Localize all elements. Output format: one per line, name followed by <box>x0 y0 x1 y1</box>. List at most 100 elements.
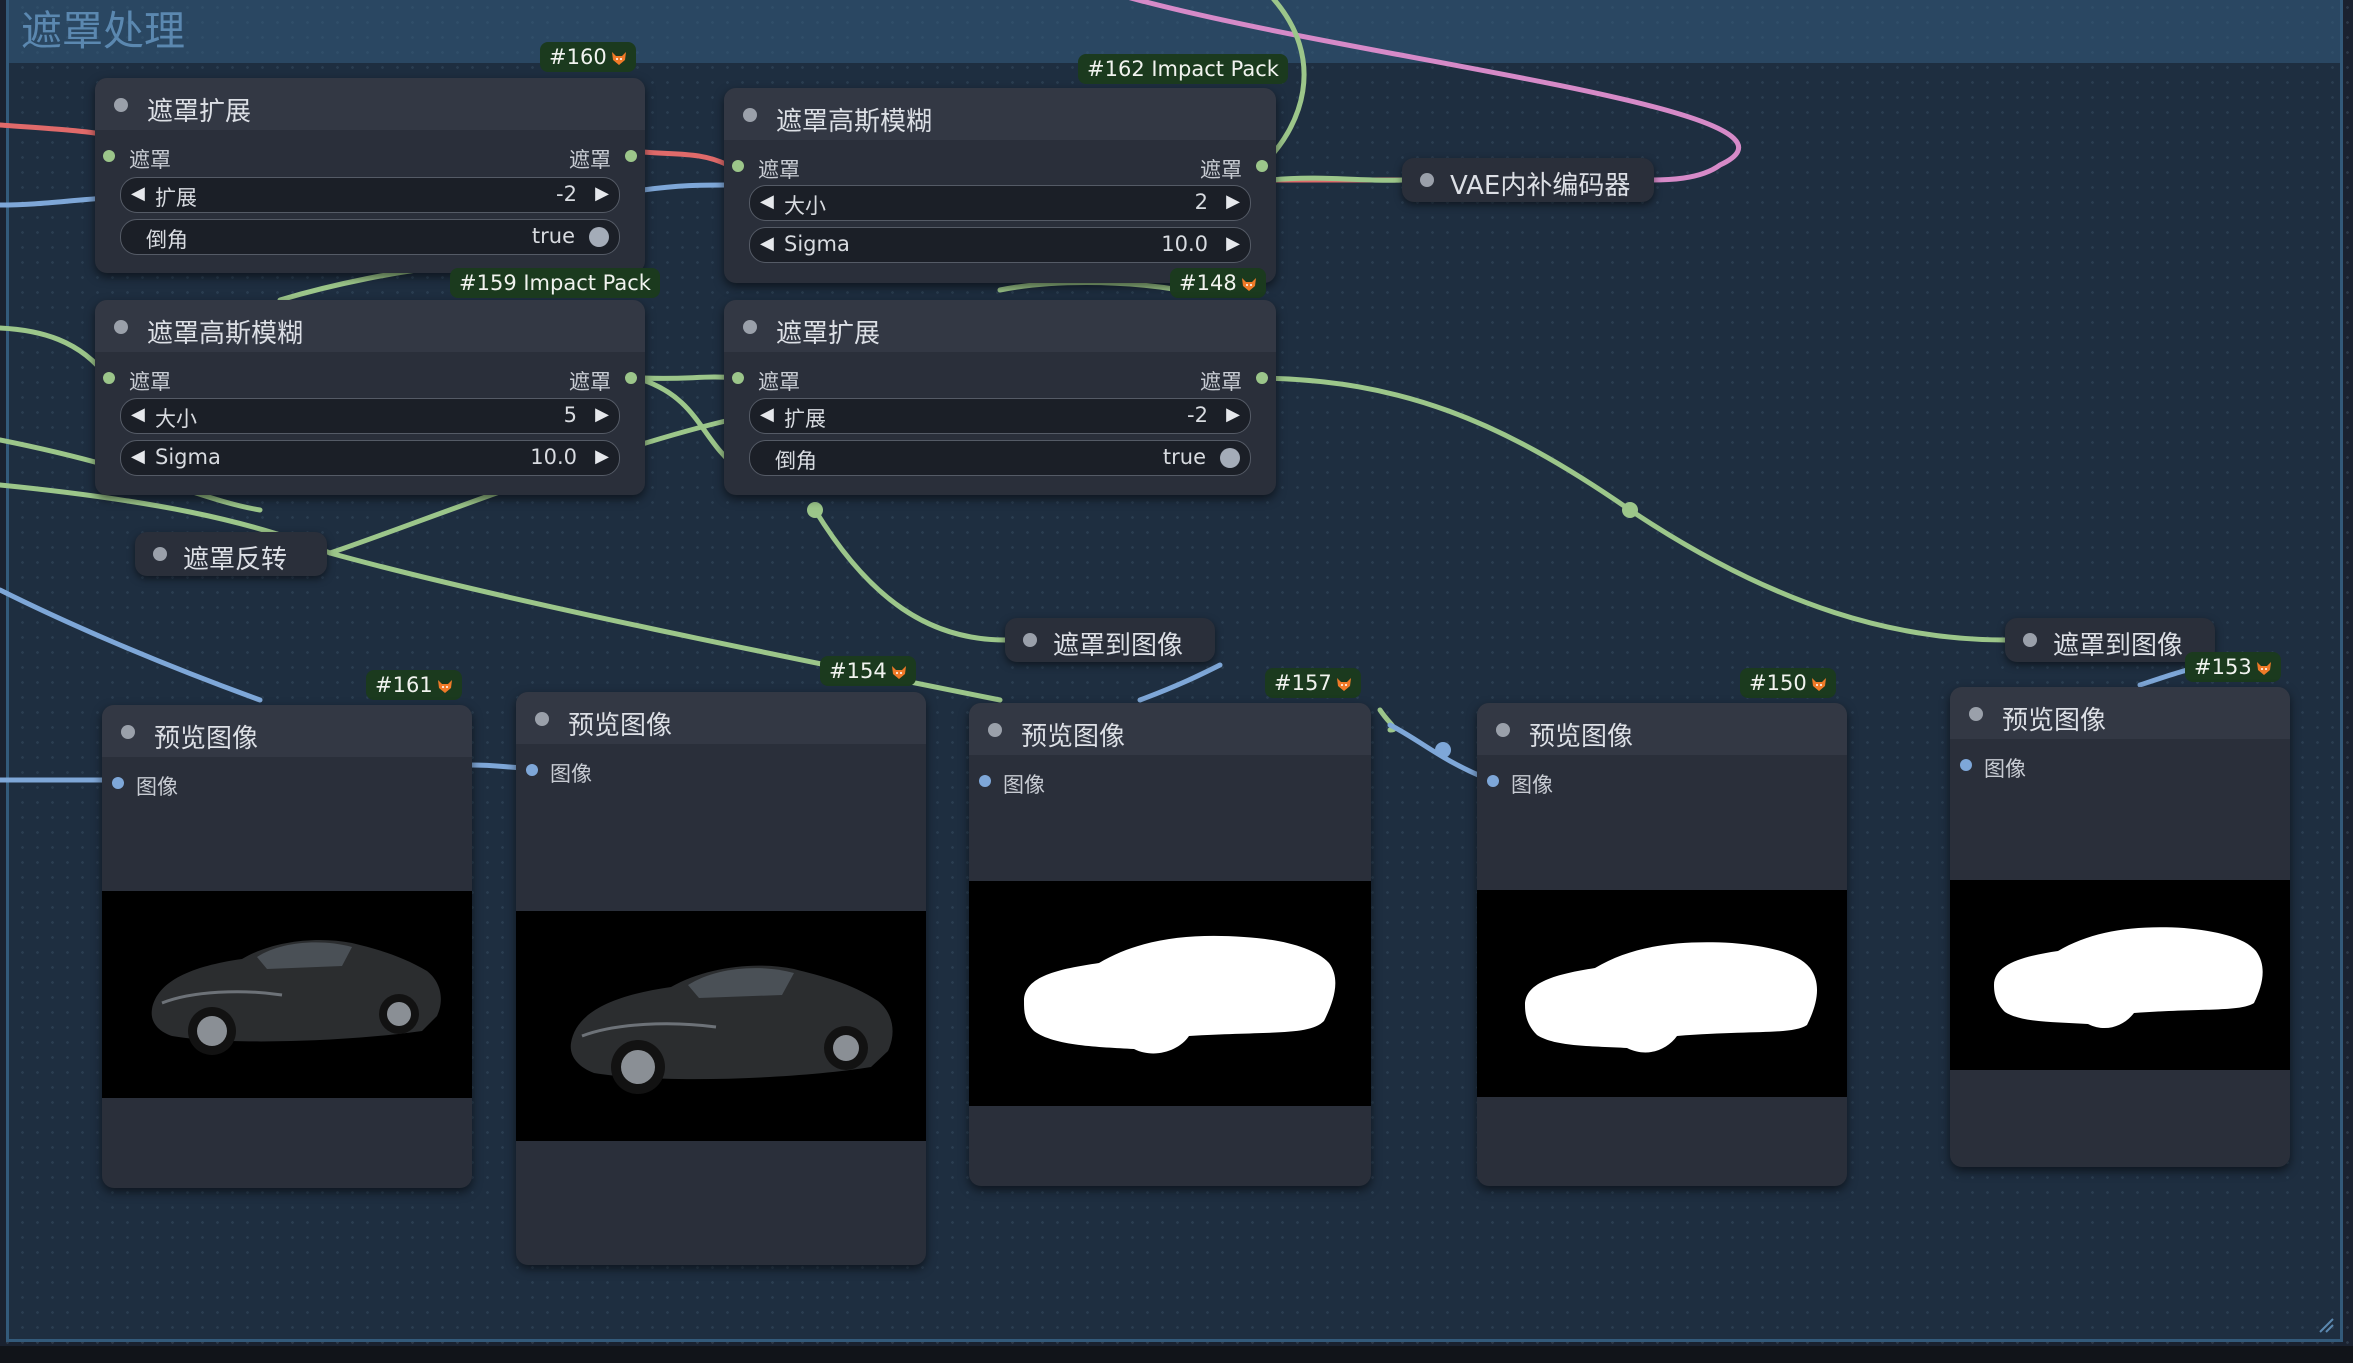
increment-arrow-icon[interactable]: ▶ <box>1226 404 1240 425</box>
decrement-arrow-icon[interactable]: ◀ <box>131 183 145 204</box>
decrement-arrow-icon[interactable]: ◀ <box>760 191 774 212</box>
decrement-arrow-icon[interactable]: ◀ <box>131 446 145 467</box>
output-port-icon[interactable] <box>625 150 637 162</box>
collapse-dot-icon[interactable] <box>1496 723 1510 737</box>
node-id-badge: #160 <box>540 42 636 72</box>
collapse-dot-icon[interactable] <box>1969 707 1983 721</box>
input-port-icon[interactable] <box>732 372 744 384</box>
collapse-dot-icon[interactable] <box>114 98 128 112</box>
blur-size-stepper[interactable]: ◀ 大小 2 ▶ <box>749 185 1251 221</box>
widget-value: 5 <box>563 403 577 427</box>
collapse-dot-icon[interactable] <box>1023 633 1037 647</box>
mask-grow-node-160[interactable]: 遮罩扩展 遮罩 遮罩 ◀ 扩展 -2 ▶ 倒角 true <box>95 78 645 273</box>
preview-image-mask[interactable] <box>969 881 1371 1106</box>
node-header[interactable]: 遮罩高斯模糊 <box>95 300 645 352</box>
input-port-icon[interactable] <box>1960 759 1972 771</box>
preview-image-mask[interactable] <box>1950 880 2290 1070</box>
badge-text: #148 <box>1179 271 1237 295</box>
increment-arrow-icon[interactable]: ▶ <box>595 404 609 425</box>
badge-text: #161 <box>375 673 433 697</box>
node-graph-canvas[interactable]: 遮罩处理 遮罩扩展 遮罩 遮罩 ◀ 扩展 -2 ▶ 倒角 true #160 遮… <box>0 0 2353 1363</box>
badge-text: #157 <box>1274 671 1332 695</box>
collapse-dot-icon[interactable] <box>988 723 1002 737</box>
node-id-badge: #159 Impact Pack <box>450 268 660 298</box>
grow-amount-stepper[interactable]: ◀ 扩展 -2 ▶ <box>120 177 620 213</box>
preview-image-node-157[interactable]: 预览图像 图像 <box>969 703 1371 1186</box>
preview-image-node-161[interactable]: 预览图像 图像 <box>102 705 472 1188</box>
collapse-dot-icon[interactable] <box>114 320 128 334</box>
mask-to-image-node-a[interactable]: 遮罩到图像 <box>1005 618 1215 662</box>
mask-gaussian-blur-node-162[interactable]: 遮罩高斯模糊 遮罩 遮罩 ◀ 大小 2 ▶ ◀ Sigma 10.0 ▶ <box>724 88 1276 283</box>
mask-gaussian-blur-node-159[interactable]: 遮罩高斯模糊 遮罩 遮罩 ◀ 大小 5 ▶ ◀ Sigma 10.0 ▶ <box>95 300 645 495</box>
slot-row: 图像 <box>102 767 472 799</box>
grow-amount-stepper[interactable]: ◀ 扩展 -2 ▶ <box>749 398 1251 434</box>
decrement-arrow-icon[interactable]: ◀ <box>131 404 145 425</box>
node-header[interactable]: 预览图像 <box>1950 687 2290 739</box>
mask-to-image-node-b[interactable]: 遮罩到图像 <box>2005 618 2215 662</box>
node-header[interactable]: 预览图像 <box>1477 703 1847 755</box>
decrement-arrow-icon[interactable]: ◀ <box>760 404 774 425</box>
wire-red-2 <box>640 149 731 168</box>
sigma-stepper[interactable]: ◀ Sigma 10.0 ▶ <box>120 440 620 476</box>
input-port-icon[interactable] <box>112 777 124 789</box>
input-port-icon[interactable] <box>526 764 538 776</box>
reroute-dot-2[interactable] <box>1622 502 1638 518</box>
tapered-corners-toggle[interactable]: 倒角 true <box>120 219 620 255</box>
increment-arrow-icon[interactable]: ▶ <box>1226 233 1240 254</box>
badge-text: #162 Impact Pack <box>1087 57 1279 81</box>
decrement-arrow-icon[interactable]: ◀ <box>760 233 774 254</box>
node-header[interactable]: 预览图像 <box>102 705 472 757</box>
car-mask-icon <box>1525 942 1818 1053</box>
reroute-dot-1[interactable] <box>807 502 823 518</box>
preview-image-node-150[interactable]: 预览图像 图像 <box>1477 703 1847 1186</box>
collapse-dot-icon[interactable] <box>1420 173 1434 187</box>
sigma-stepper[interactable]: ◀ Sigma 10.0 ▶ <box>749 227 1251 263</box>
node-header[interactable]: 遮罩扩展 <box>724 300 1276 352</box>
vae-inpaint-encoder-node[interactable]: VAE内补编码器 <box>1402 158 1654 202</box>
preview-image-mask[interactable] <box>1477 890 1847 1097</box>
node-header[interactable]: 预览图像 <box>969 703 1371 755</box>
node-header[interactable]: 遮罩扩展 <box>95 78 645 130</box>
collapse-dot-icon[interactable] <box>743 108 757 122</box>
toggle-knob-icon[interactable] <box>589 227 609 247</box>
tapered-corners-toggle[interactable]: 倒角 true <box>749 440 1251 476</box>
collapse-dot-icon[interactable] <box>153 547 167 561</box>
node-title: 预览图像 <box>568 711 673 741</box>
increment-arrow-icon[interactable]: ▶ <box>1226 191 1240 212</box>
fox-icon <box>2256 662 2271 675</box>
output-port-icon[interactable] <box>1256 160 1268 172</box>
preview-image-car[interactable] <box>516 911 926 1141</box>
node-header[interactable]: 遮罩高斯模糊 <box>724 88 1276 140</box>
input-port-icon[interactable] <box>103 372 115 384</box>
increment-arrow-icon[interactable]: ▶ <box>595 446 609 467</box>
collapse-dot-icon[interactable] <box>743 320 757 334</box>
input-port-icon[interactable] <box>979 775 991 787</box>
preview-image-node-154[interactable]: 预览图像 图像 <box>516 692 926 1265</box>
node-header[interactable]: 预览图像 <box>516 692 926 744</box>
blur-size-stepper[interactable]: ◀ 大小 5 ▶ <box>120 398 620 434</box>
reroute-dot-3[interactable] <box>1435 742 1451 758</box>
toggle-knob-icon[interactable] <box>1220 448 1240 468</box>
input-port-icon[interactable] <box>1487 775 1499 787</box>
input-label: 图像 <box>136 775 178 799</box>
preview-image-car[interactable] <box>102 891 472 1098</box>
slot-row: 图像 <box>1950 749 2290 781</box>
input-port-icon[interactable] <box>732 160 744 172</box>
output-port-icon[interactable] <box>625 372 637 384</box>
mask-grow-node-148[interactable]: 遮罩扩展 遮罩 遮罩 ◀ 扩展 -2 ▶ 倒角 true <box>724 300 1276 495</box>
node-id-badge: #161 <box>366 670 462 700</box>
collapse-dot-icon[interactable] <box>2023 633 2037 647</box>
collapse-dot-icon[interactable] <box>535 712 549 726</box>
node-id-badge: #157 <box>1265 668 1361 698</box>
car-mask-icon <box>1024 935 1336 1054</box>
node-title: 遮罩高斯模糊 <box>147 319 304 349</box>
input-port-icon[interactable] <box>103 150 115 162</box>
invert-mask-node[interactable]: 遮罩反转 <box>135 532 327 576</box>
collapse-dot-icon[interactable] <box>121 725 135 739</box>
input-label: 遮罩 <box>129 148 171 172</box>
increment-arrow-icon[interactable]: ▶ <box>595 183 609 204</box>
preview-image-node-153[interactable]: 预览图像 图像 <box>1950 687 2290 1167</box>
output-port-icon[interactable] <box>1256 372 1268 384</box>
input-label: 图像 <box>550 762 592 786</box>
output-label: 遮罩 <box>569 370 611 394</box>
